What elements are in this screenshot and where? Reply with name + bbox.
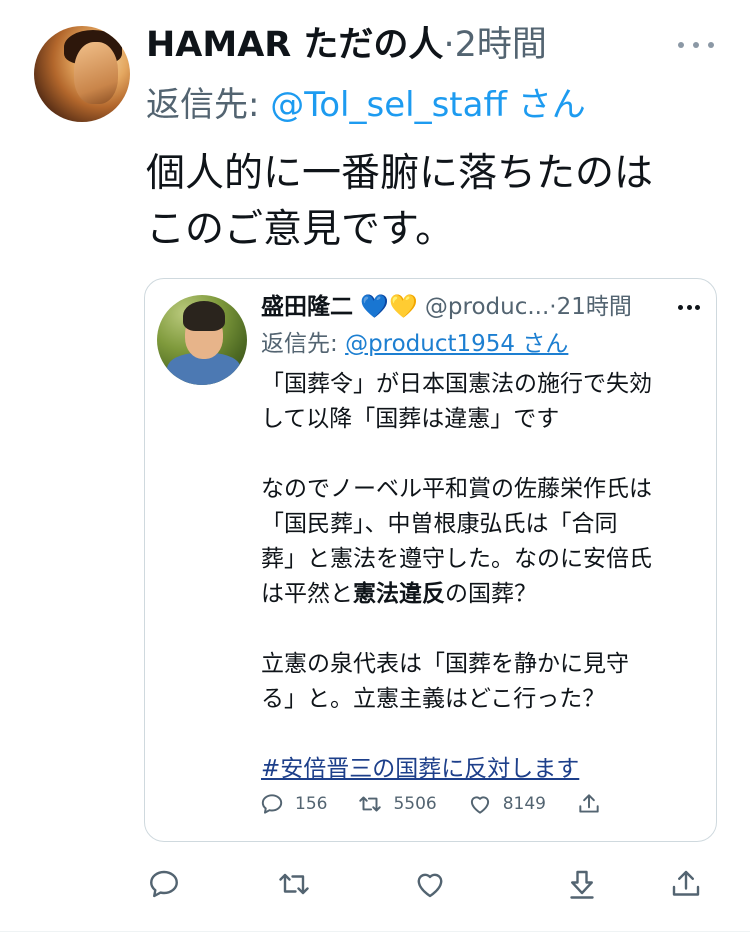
share-icon — [672, 870, 700, 896]
reply-handle-link[interactable]: @Tol_sel_staff — [270, 85, 507, 125]
quoted-text-line: 立憲の泉代表は「国葬を静かに見守 — [261, 651, 629, 677]
blue-heart-emoji: 💙 — [360, 294, 389, 320]
quoted-text-line: 「国民葬」、中曽根康弘氏は「合同 — [261, 511, 618, 537]
download-button[interactable] — [564, 866, 604, 906]
quoted-text-line: る」と。立憲主義はどこ行った？ — [261, 686, 606, 712]
quoted-text-line: 「国葬令」が日本国憲法の施行で失効 — [261, 371, 652, 397]
download-icon — [570, 870, 594, 899]
retweet-button[interactable] — [276, 866, 316, 906]
reply-suffix: さん — [506, 85, 586, 125]
like-count: 8149 — [502, 794, 546, 814]
author-name[interactable]: HAMAR ただの人 — [146, 25, 443, 65]
tweet-action-bar — [146, 866, 706, 906]
tweet-text-line: 個人的に一番腑に落ちたのは — [146, 151, 654, 196]
reply-icon — [261, 794, 283, 814]
reply-count: 156 — [295, 794, 328, 814]
tweet-text: 個人的に一番腑に落ちたのは このご意見です。 — [146, 146, 706, 258]
quoted-retweet-button[interactable]: 5506 — [357, 791, 437, 817]
time-separator: · — [549, 294, 557, 320]
retweet-icon — [279, 873, 309, 895]
more-icon[interactable] — [678, 30, 714, 60]
reply-icon — [150, 870, 178, 898]
quoted-hashtag-line: #安倍晋三の国葬に反対します — [261, 752, 701, 787]
heart-icon — [470, 796, 489, 814]
text-span: の国葬？ — [445, 581, 537, 607]
quoted-text: 「国葬令」が日本国憲法の施行で失効 して以降「国葬は違憲」です なのでノーベル平… — [261, 367, 701, 787]
quoted-share-button[interactable] — [576, 791, 612, 817]
quoted-more-icon[interactable] — [678, 305, 700, 311]
tweet: HAMAR ただの人·2時間 返信先: @Tol_sel_staff さん 個人… — [0, 0, 750, 939]
quoted-author-avatar[interactable] — [157, 295, 247, 385]
heart-icon — [417, 873, 443, 898]
text-span: は平然と — [261, 581, 353, 607]
reply-button[interactable] — [146, 866, 186, 906]
avatar-face — [74, 42, 118, 104]
retweet-icon — [359, 796, 382, 812]
like-button[interactable] — [412, 866, 452, 906]
time-separator: · — [443, 25, 455, 65]
hashtag-link[interactable]: #安倍晋三の国葬に反対します — [261, 756, 579, 782]
quoted-author-name[interactable]: 盛田隆二 — [261, 294, 353, 320]
quoted-text-line: 葬」と憲法を遵守した。なのに安倍氏 — [261, 546, 652, 572]
bold-text-span: 憲法違反 — [353, 581, 445, 607]
reply-prefix: 返信先: — [146, 85, 271, 125]
share-button[interactable] — [668, 866, 708, 906]
author-avatar[interactable] — [34, 26, 130, 122]
quoted-reply-handle-link[interactable]: @product1954 さん — [345, 331, 568, 357]
quoted-text-line: して以降「国葬は違憲」です — [261, 406, 560, 432]
quoted-author-handle: @produc... — [424, 294, 550, 320]
retweet-count: 5506 — [393, 794, 437, 814]
quoted-like-button[interactable]: 8149 — [467, 791, 546, 817]
quoted-reply-prefix: 返信先: — [261, 331, 346, 357]
share-icon — [579, 794, 599, 813]
divider — [0, 931, 750, 932]
tweet-header: HAMAR ただの人·2時間 — [146, 22, 547, 68]
quoted-text-line: は平然と憲法違反の国葬？ — [261, 577, 701, 612]
tweet-time[interactable]: 2時間 — [455, 25, 547, 65]
quoted-tweet-card[interactable]: 盛田隆二 💙💛 @produc...·21時間 返信先: @product195… — [144, 278, 717, 842]
avatar-hair — [183, 301, 225, 331]
reply-to: 返信先: @Tol_sel_staff さん — [146, 82, 586, 128]
quoted-header: 盛田隆二 💙💛 @produc...·21時間 — [261, 287, 706, 327]
yellow-heart-emoji: 💛 — [388, 294, 418, 320]
quoted-text-line: なのでノーベル平和賞の佐藤栄作氏は — [261, 476, 652, 502]
quoted-time: 21時間 — [556, 294, 632, 320]
quoted-action-bar: 156 5506 8149 — [259, 791, 642, 817]
quoted-reply-button[interactable]: 156 — [259, 791, 327, 817]
quoted-reply-to: 返信先: @product1954 さん — [261, 324, 568, 364]
tweet-text-line: このご意見です。 — [146, 207, 455, 252]
